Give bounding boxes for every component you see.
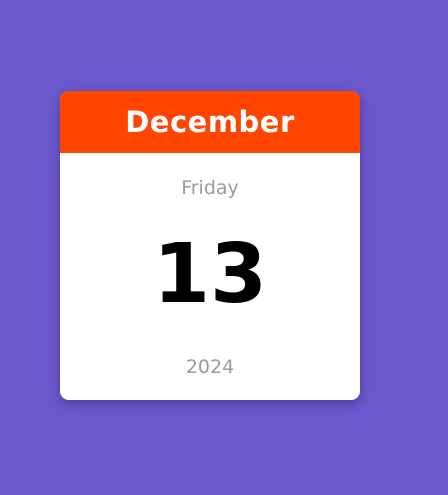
weekday-label: Friday	[181, 177, 239, 199]
calendar-card: December Friday 13 2024	[60, 91, 360, 400]
calendar-header: December	[60, 91, 360, 153]
month-label: December	[125, 105, 295, 139]
page-background: { "calendar": { "month": "December", "we…	[0, 0, 448, 495]
day-number: 13	[152, 227, 268, 322]
year-label: 2024	[185, 356, 235, 378]
